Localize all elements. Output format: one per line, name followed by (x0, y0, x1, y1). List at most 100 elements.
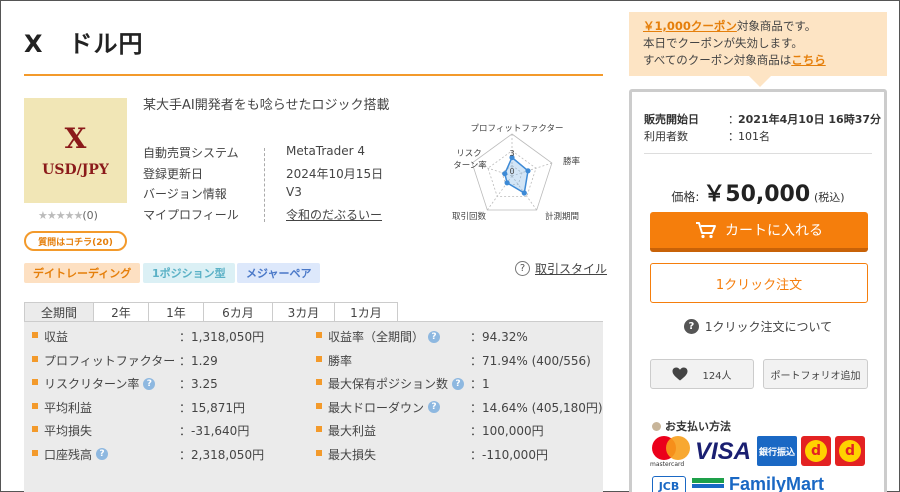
stat-label-text: 最大利益 (328, 424, 377, 439)
stat-label-text: 収益 (44, 330, 69, 344)
stat-label-text: 最大ドローダウン (328, 400, 425, 415)
sale-start-value: 2021年4月10日 16時37分 (738, 113, 882, 126)
one-click-help-label: 1クリック注文について (704, 320, 833, 334)
coupon-line-1-text: 対象商品です。 (736, 19, 817, 33)
favorite-button[interactable]: 124人 (650, 359, 754, 389)
radar-label-period: 計測期間 (545, 211, 579, 222)
stat-label-text: 口座残高 (44, 447, 93, 462)
stat-value: ：100,000円 (470, 424, 544, 439)
bullet-square-icon (32, 355, 38, 362)
help-icon[interactable]: ? (143, 377, 156, 390)
coupon-line-3: すべてのクーポン対象商品はこちら (643, 52, 887, 69)
tab-3-months[interactable]: 3カ月 (272, 302, 335, 322)
help-icon[interactable]: ? (428, 401, 441, 414)
product-image[interactable]: X USD/JPY (24, 98, 127, 203)
stat-value: ：15,871円 (179, 400, 245, 415)
tab-6-months[interactable]: 6カ月 (203, 302, 273, 322)
mastercard-text: mastercard (650, 461, 685, 468)
stat-label: 収益率（全期間）? (328, 328, 441, 345)
stat-label: リスクリターン率? (44, 375, 156, 392)
radar-label-trades: 取引回数 (452, 211, 487, 222)
tag-day-trading[interactable]: デイトレーディング (24, 263, 141, 283)
familymart-logo: FamilyMart (729, 474, 825, 492)
price: 価格: ￥50,000 (税込) (644, 176, 872, 208)
stat-label: 口座残高? (44, 446, 109, 463)
page-title: X ドル円 (24, 30, 144, 58)
jcb-logo: JCB (652, 476, 686, 492)
add-portfolio-button[interactable]: ポートフォリオ追加 (763, 359, 868, 389)
radar-value-shape (504, 156, 529, 195)
price-label: 価格: (671, 190, 700, 204)
coupon-line-2: 本日でクーポンが失効します。 (643, 36, 803, 50)
info-key: 登録更新日 (143, 166, 204, 181)
sale-start-label: 販売開始日 (644, 113, 699, 126)
stat-label: 最大利益 (328, 422, 376, 439)
coupon-arrow (749, 76, 771, 87)
heart-icon (672, 367, 688, 381)
bullet-square-icon (32, 402, 38, 409)
bullet-square-icon (32, 426, 38, 433)
payment-logos: mastercard VISA 銀行振込 d d JCB FamilyMart (650, 436, 870, 492)
stat-label-text: リスクリターン率 (44, 377, 140, 392)
info-value: MetaTrader 4 (286, 144, 366, 158)
tab-2-years[interactable]: 2年 (93, 302, 149, 322)
rating: ★★★★★(0) (38, 209, 98, 222)
payment-title-text: お支払い方法 (665, 420, 731, 433)
stat-label-text: 平均損失 (44, 424, 93, 439)
trading-style-link[interactable]: ? 取引スタイル (515, 260, 607, 277)
tab-all-period[interactable]: 全期間 (24, 302, 94, 322)
sale-users-label: 利用者数 (644, 130, 688, 143)
info-value: V3 (286, 185, 302, 199)
bullet-square-icon (32, 332, 38, 338)
add-to-cart-button[interactable]: カートに入れる (650, 212, 868, 252)
tag-major-pair[interactable]: メジャーペア (237, 263, 321, 283)
product-headline: 某大手AI開発者をも唸らせたロジック搭載 (143, 98, 390, 113)
add-to-cart-label: カートに入れる (725, 223, 823, 239)
tag-single-position[interactable]: 1ポジション型 (143, 263, 235, 283)
stat-value: ：1 (470, 377, 490, 392)
trading-style-label: 取引スタイル (535, 262, 608, 276)
radar-label-pf: プロフィットファクター (471, 124, 564, 134)
question-button[interactable]: 質問はコチラ(20) (24, 231, 127, 251)
coupon-all-link[interactable]: こちら (791, 53, 826, 67)
bullet-square-icon (316, 332, 322, 338)
radar-scale-min: 0 (509, 167, 514, 176)
stat-value: ：14.64% (405,180円) (470, 400, 603, 415)
title-rule (24, 74, 603, 76)
rating-count: (0) (82, 209, 98, 222)
stat-label: 最大損失 (328, 446, 376, 463)
help-icon[interactable]: ? (452, 377, 465, 390)
coupon-line-1: ￥1,000クーポン対象商品です。 (643, 18, 887, 35)
stat-label: 最大保有ポジション数? (328, 375, 465, 392)
visa-logo: VISA (695, 438, 752, 465)
coupon-highlight-link[interactable]: ￥1,000クーポン (643, 19, 737, 33)
stat-label-text: プロフィットファクター (44, 353, 176, 368)
coupon-notice: ￥1,000クーポン対象商品です。 本日でクーポンが失効します。 すべてのクーポ… (629, 12, 887, 76)
stat-label: プロフィットファクター (44, 352, 175, 369)
stat-label: 最大ドローダウン? (328, 399, 441, 416)
radar-chart: プロフィットファクター 勝率 計測期間 取引回数 リスク ターン率 3 0 (452, 124, 581, 222)
stat-label: 収益 (44, 328, 68, 345)
bullet-square-icon (316, 449, 322, 456)
bullet-square-icon (316, 379, 322, 386)
radar-label-risk-1: リスク (456, 149, 482, 159)
info-key: マイプロフィール (143, 207, 239, 222)
radar-point-3 (504, 180, 510, 186)
help-icon[interactable]: ? (96, 448, 109, 461)
question-icon: ? (683, 319, 699, 334)
info-key: バージョン情報 (143, 187, 227, 201)
tab-1-month[interactable]: 1カ月 (334, 302, 398, 322)
tab-1-year[interactable]: 1年 (148, 302, 204, 322)
favorite-count: 124人 (702, 370, 732, 382)
stats-panel: 収益 ：1,318,050円 プロフィットファクター ：1.29 リスクリターン率? ：3… (24, 321, 603, 492)
docomo-d-payment-logo: d (801, 436, 831, 466)
info-value: 2024年10月15日 (286, 166, 384, 181)
bank-transfer-logo: 銀行振込 (757, 436, 797, 466)
stat-label-text: 最大損失 (328, 447, 377, 462)
info-key: 自動売買システム (143, 146, 239, 160)
help-icon[interactable]: ? (428, 330, 441, 343)
period-tabs: 全期間 2年 1年 6カ月 3カ月 1カ月 (24, 302, 398, 322)
profile-link[interactable]: 令和のだぶるいー (286, 206, 382, 223)
one-click-help-link[interactable]: ? 1クリック注文について (644, 318, 872, 335)
one-click-order-button[interactable]: 1クリック注文 (650, 263, 868, 303)
